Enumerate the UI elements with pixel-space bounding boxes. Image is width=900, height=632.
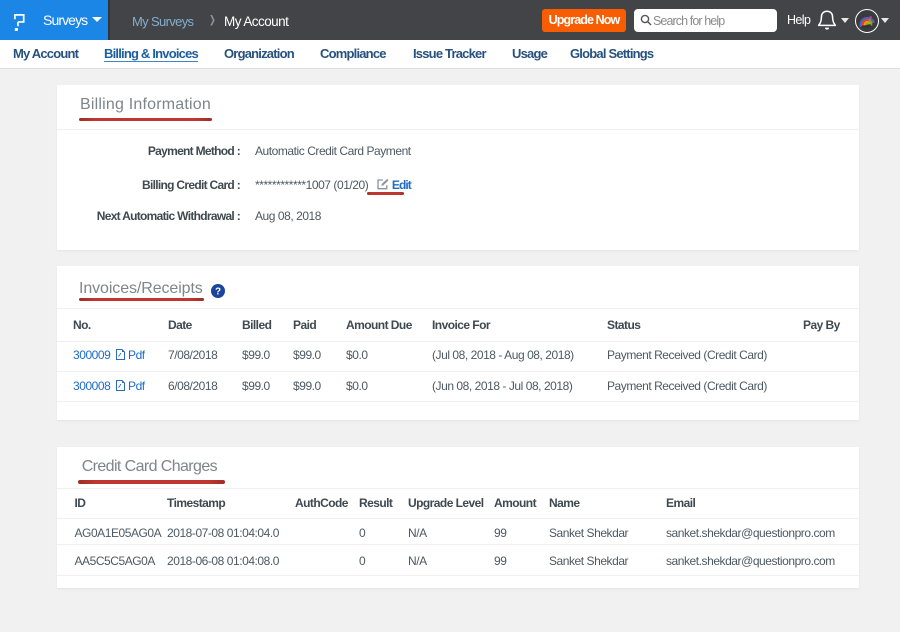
svg-text:?: ?	[215, 287, 221, 298]
